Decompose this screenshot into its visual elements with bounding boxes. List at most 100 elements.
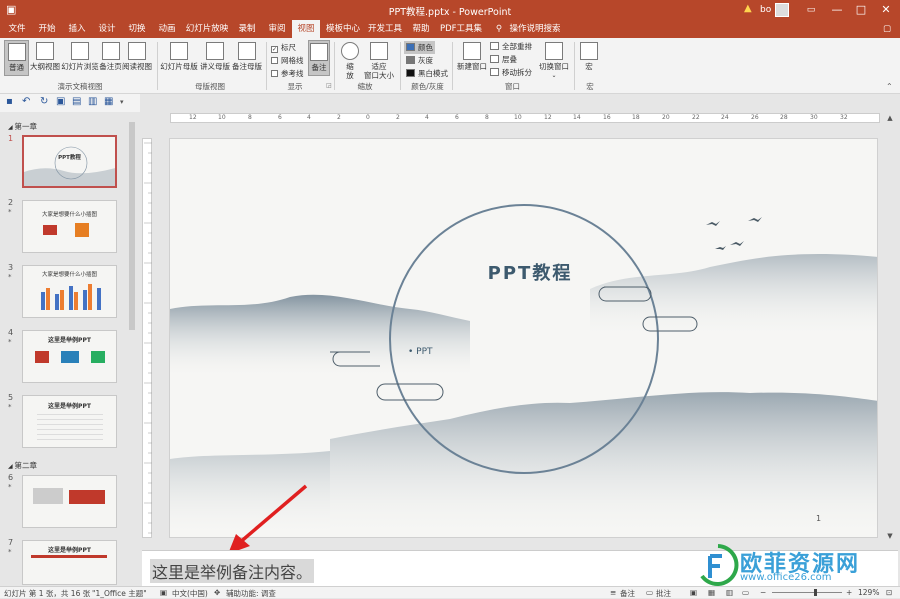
- separator: [574, 42, 575, 90]
- tab-record[interactable]: 录制: [234, 20, 260, 38]
- reading-view-icon[interactable]: ▥: [726, 588, 733, 597]
- zoom-slider-thumb[interactable]: [814, 589, 817, 596]
- avatar[interactable]: [775, 3, 789, 17]
- handout-master-icon: [206, 42, 224, 60]
- section-header[interactable]: ◢ 第一章: [8, 121, 37, 132]
- customize-icon[interactable]: ▾: [120, 98, 124, 106]
- handout-master-button[interactable]: 讲义母版: [199, 42, 231, 71]
- layout-icon[interactable]: ▥: [88, 96, 97, 107]
- macros-group-label: 宏: [586, 82, 594, 91]
- warning-icon[interactable]: ▲: [744, 3, 752, 14]
- tab-view[interactable]: 视图: [292, 20, 320, 38]
- new-slide-icon[interactable]: ▤: [72, 96, 81, 107]
- notes-toggle-button[interactable]: 备注: [308, 40, 330, 76]
- move-split-button[interactable]: 移动拆分: [490, 67, 532, 78]
- notes-page-button[interactable]: 备注页: [99, 42, 122, 71]
- reading-view-button[interactable]: 阅读视图: [122, 42, 152, 71]
- ruler-tick-label: 10: [218, 114, 226, 121]
- slide-title[interactable]: PPT教程: [170, 259, 877, 285]
- notes-master-button[interactable]: 备注母版: [231, 42, 263, 71]
- macros-icon: [580, 42, 598, 60]
- reading-view-icon: [128, 42, 146, 60]
- zoom-button[interactable]: 缩 放: [338, 42, 362, 80]
- grayscale-button[interactable]: 灰度: [406, 55, 433, 66]
- comments-status-button[interactable]: 批注: [656, 588, 671, 599]
- notes-status-button[interactable]: 备注: [620, 588, 635, 599]
- black-white-button[interactable]: 黑白模式: [406, 68, 448, 79]
- slide-master-label: 幻灯片母版: [160, 62, 198, 71]
- tab-transitions[interactable]: 切换: [124, 20, 150, 38]
- close-button[interactable]: ✕: [875, 2, 897, 18]
- normal-view-button[interactable]: 普通: [4, 40, 29, 76]
- ruler-tick-label: 4: [425, 114, 429, 121]
- slide-sorter-icon[interactable]: ▦: [708, 588, 715, 597]
- tab-design[interactable]: 设计: [94, 20, 120, 38]
- grayscale-label: 灰度: [418, 56, 433, 65]
- slide-thumbnail[interactable]: 这里是举例PPT: [22, 540, 117, 585]
- slideshow-icon[interactable]: ▭: [742, 588, 749, 597]
- ribbon-display-icon[interactable]: ▭: [800, 2, 822, 18]
- slide-thumbnail[interactable]: PPT教程: [22, 135, 117, 188]
- tab-help[interactable]: 帮助: [408, 20, 434, 38]
- slide-master-button[interactable]: 幻灯片母版: [160, 42, 198, 71]
- tab-template-center[interactable]: 模板中心: [324, 20, 362, 38]
- guides-checkbox[interactable]: 参考线: [271, 68, 304, 79]
- scroll-down-icon[interactable]: ▼: [885, 532, 895, 542]
- arrange-all-button[interactable]: 全部重排: [490, 41, 532, 52]
- color-button[interactable]: 颜色: [404, 41, 435, 54]
- zoom-out-icon[interactable]: −: [760, 588, 766, 597]
- save-icon[interactable]: ▪: [6, 96, 13, 107]
- thumbnails-scrollbar[interactable]: [128, 112, 136, 585]
- tell-me-search[interactable]: 操作说明搜索: [508, 20, 562, 38]
- collapse-ribbon-icon[interactable]: ⌃: [886, 82, 893, 91]
- tab-review[interactable]: 审阅: [264, 20, 290, 38]
- language-status[interactable]: 中文(中国): [172, 588, 208, 599]
- slide-thumbnail[interactable]: 这里是举例PPT: [22, 395, 117, 448]
- move-split-label: 移动拆分: [502, 68, 532, 77]
- tab-home[interactable]: 开始: [34, 20, 60, 38]
- tab-insert[interactable]: 插入: [64, 20, 90, 38]
- zoom-in-icon[interactable]: +: [846, 588, 852, 597]
- slide-canvas[interactable]: PPT教程 • PPT 1: [169, 138, 878, 538]
- scroll-up-icon[interactable]: ▲: [885, 114, 895, 124]
- section-header[interactable]: ◢ 第二章: [8, 460, 37, 471]
- presentation-views-group-label: 演示文稿视图: [57, 82, 103, 91]
- minimize-button[interactable]: —: [826, 2, 848, 18]
- outline-view-button[interactable]: 大纲视图: [30, 42, 60, 71]
- tab-developer[interactable]: 开发工具: [366, 20, 404, 38]
- fit-to-window-button[interactable]: 适应 窗口大小: [362, 42, 396, 80]
- macros-button[interactable]: 宏: [578, 42, 600, 71]
- user-name[interactable]: bo: [760, 5, 771, 15]
- undo-icon[interactable]: ↶: [22, 96, 30, 107]
- vertical-scrollbar[interactable]: ▲ ▼: [882, 112, 898, 552]
- scroll-thumb[interactable]: [129, 122, 135, 330]
- switch-window-button[interactable]: 切换窗口 ⌄: [537, 42, 571, 80]
- slide-thumbnail[interactable]: 这里是举例PPT: [22, 330, 117, 383]
- spellcheck-icon[interactable]: ▣: [160, 588, 167, 597]
- dialog-launcher-icon[interactable]: ◲: [326, 82, 332, 89]
- tab-pdf-tools[interactable]: PDF工具集: [438, 20, 484, 38]
- tab-file[interactable]: 文件: [4, 20, 30, 38]
- print-icon[interactable]: ▦: [104, 96, 113, 107]
- slide-thumbnail[interactable]: [22, 475, 117, 528]
- notes-text[interactable]: 这里是举例备注内容。: [150, 559, 315, 583]
- ruler-checkbox[interactable]: ✓ 标尺: [271, 42, 296, 53]
- cascade-button[interactable]: 层叠: [490, 54, 517, 65]
- zoom-slider[interactable]: [772, 592, 842, 593]
- gridlines-checkbox[interactable]: 网格线: [271, 55, 304, 66]
- accessibility-status[interactable]: 辅助功能: 调查: [226, 588, 276, 599]
- fit-slide-icon[interactable]: ⊡: [886, 588, 892, 597]
- slide-bullet[interactable]: • PPT: [408, 347, 433, 357]
- slideshow-icon[interactable]: ▣: [56, 96, 65, 107]
- tab-slideshow[interactable]: 幻灯片放映: [184, 20, 230, 38]
- comment-icon[interactable]: ▢: [880, 20, 894, 38]
- maximize-button[interactable]: □: [850, 2, 872, 18]
- new-window-button[interactable]: 新建窗口: [455, 42, 489, 71]
- slide-sorter-button[interactable]: 幻灯片浏览: [61, 42, 99, 71]
- tab-animations[interactable]: 动画: [154, 20, 180, 38]
- slide-thumbnail[interactable]: 大家是想要什么小插图: [22, 200, 117, 253]
- slide-thumbnail[interactable]: 大家是想要什么小插图: [22, 265, 117, 318]
- zoom-level[interactable]: 129%: [858, 588, 879, 597]
- redo-icon[interactable]: ↻: [40, 96, 48, 107]
- normal-view-icon[interactable]: ▣: [690, 588, 697, 597]
